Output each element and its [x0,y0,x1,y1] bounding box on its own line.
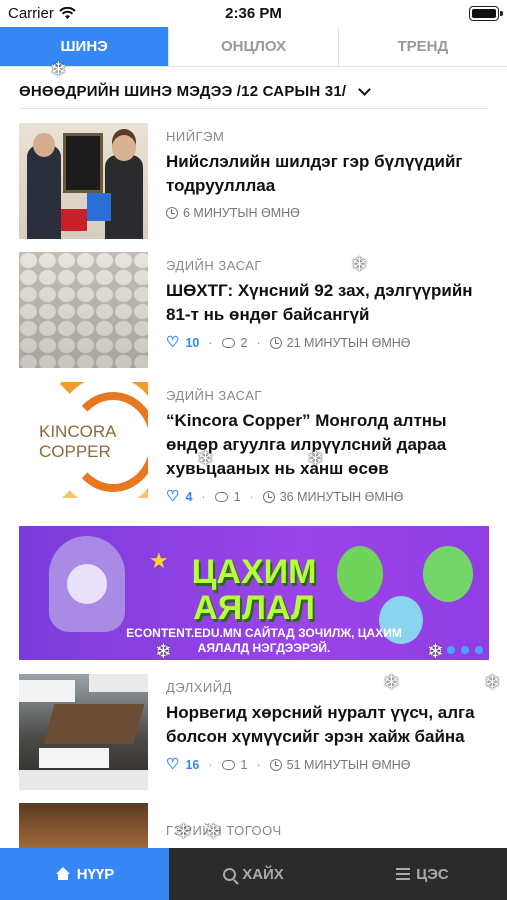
article-meta: ♡ 10 · 2 · 21 МИНУТЫН ӨМНӨ [166,334,411,351]
clock-icon [262,490,275,503]
snowflake-icon: ❄ [427,641,444,663]
article-category: НИЙГЭМ [166,129,225,144]
like-button[interactable]: ♡ 10 [166,335,199,350]
article-category: ДЭЛХИЙД [166,680,232,695]
bottom-nav: НҮҮР ХАЙХ ЦЭС [0,848,507,900]
tab-new[interactable]: ШИНЭ [0,27,170,66]
snowflake-icon: ❄ [383,672,400,694]
article-category: ЭДИЙН ЗАСАГ [166,388,262,403]
nav-search-label: ХАЙХ [242,865,284,883]
date-section-header[interactable]: ӨНӨӨДРИЙН ШИНЭ МЭДЭЭ /12 САРЫН 31/ [19,75,488,109]
promo-banner[interactable]: ★ ЦАХИМ АЯЛАЛ ECONTENT.EDU.MN САЙТАД ЗОЧ… [19,526,489,660]
article-thumbnail[interactable] [19,674,148,790]
clock-icon [166,207,178,219]
comment-count: 2 [240,335,248,350]
like-button[interactable]: ♡ 16 [166,757,199,772]
banner-subtitle: ECONTENT.EDU.MN САЙТАД ЗОЧИЛЖ, ЦАХИМ АЯЛ… [126,626,402,655]
article-category: ЭДИЙН ЗАСАГ [166,258,262,273]
comment-count: 1 [233,489,241,504]
tab-featured[interactable]: ОНЦЛОХ [169,27,339,66]
article-headline[interactable]: ШӨХТГ: Хүнсний 92 зах, дэлгүүрийн 81-т н… [166,279,489,327]
article-headline[interactable]: “Kincora Copper” Монголд алтны өндөр агу… [166,409,489,481]
section-title: ӨНӨӨДРИЙН ШИНЭ МЭДЭЭ /12 САРЫН 31/ [19,83,347,100]
article-meta: 6 МИНУТЫН ӨМНӨ [166,206,489,220]
comment-count: 1 [240,757,248,772]
comments[interactable]: 1 [214,489,241,504]
heart-icon: ♡ [166,756,180,773]
like-count: 10 [185,335,200,350]
article-meta: ♡ 4 · 1 · 36 МИНУТЫН ӨМНӨ [166,488,404,505]
article-headline[interactable]: Нийслэлийн шилдэг гэр бүлүүдийг тодруулл… [166,150,489,198]
battery-icon [469,6,503,21]
robot-illustration [49,536,125,632]
snowflake-icon: ❄ [175,821,192,843]
article-time: 6 МИНУТЫН ӨМНӨ [183,206,300,220]
snowflake-icon: ❄ [50,59,67,81]
top-tabs: ШИНЭ ОНЦЛОХ ТРЕНД [0,27,507,67]
heart-icon: ♡ [166,334,180,351]
home-icon [55,867,71,881]
alien-illustration [423,546,473,602]
list-item[interactable]: KINCORA COPPER ЭДИЙН ЗАСАГ “Kincora Copp… [19,382,489,504]
like-count: 16 [185,757,200,772]
list-item[interactable]: НИЙГЭМ Нийслэлийн шилдэг гэр бүлүүдийг т… [19,123,489,239]
alien-illustration [337,546,383,602]
nav-menu[interactable]: ЦЭС [338,848,507,900]
article-headline[interactable]: Норвегид хөрсний нуралт үүсч, алга болсо… [166,701,489,749]
nav-search[interactable]: ХАЙХ [169,848,338,900]
snowflake-icon: ❄ [484,672,501,694]
comment-icon [221,759,235,770]
kincora-logo: KINCORA COPPER [39,422,116,461]
article-thumbnail[interactable]: KINCORA COPPER [19,382,148,498]
like-button[interactable]: ♡ 4 [166,489,192,504]
clock-time: 2:36 PM [225,5,282,22]
comments[interactable]: 1 [221,757,248,772]
snowflake-icon: ❄ [205,821,222,843]
menu-icon [396,868,411,880]
chevron-down-icon[interactable] [358,82,372,96]
nav-home[interactable]: НҮҮР [0,848,169,900]
article-time: 51 МИНУТЫН ӨМНӨ [286,757,411,772]
status-bar: Carrier 2:36 PM [0,0,507,27]
comments[interactable]: 2 [221,335,248,350]
comment-icon [214,491,228,502]
clock-icon [269,758,282,771]
list-item[interactable]: ЭДИЙН ЗАСАГ ШӨХТГ: Хүнсний 92 зах, дэлгү… [19,252,489,368]
like-count: 4 [185,489,193,504]
nav-home-label: НҮҮР [76,865,115,883]
tab-trend[interactable]: ТРЕНД [339,27,507,66]
article-thumbnail[interactable] [19,252,148,368]
article-time: 36 МИНУТЫН ӨМНӨ [279,489,404,504]
carousel-dots[interactable] [447,646,483,654]
comment-icon [221,337,235,348]
article-meta: ♡ 16 · 1 · 51 МИНУТЫН ӨМНӨ [166,756,411,773]
nav-menu-label: ЦЭС [416,865,449,883]
snowflake-icon: ❄ [155,641,172,663]
article-thumbnail[interactable] [19,123,148,239]
banner-title: ЦАХИМ АЯЛАЛ [191,553,317,627]
snowflake-icon: ❄ [351,254,368,276]
snowflake-icon: ❄ [307,448,324,470]
star-icon: ★ [149,548,169,573]
list-item[interactable]: ДЭЛХИЙД Норвегид хөрсний нуралт үүсч, ал… [19,674,489,790]
search-icon [223,867,237,881]
article-time: 21 МИНУТЫН ӨМНӨ [286,335,411,350]
clock-icon [269,336,282,349]
snowflake-icon: ❄ [197,448,214,470]
heart-icon: ♡ [166,488,180,505]
